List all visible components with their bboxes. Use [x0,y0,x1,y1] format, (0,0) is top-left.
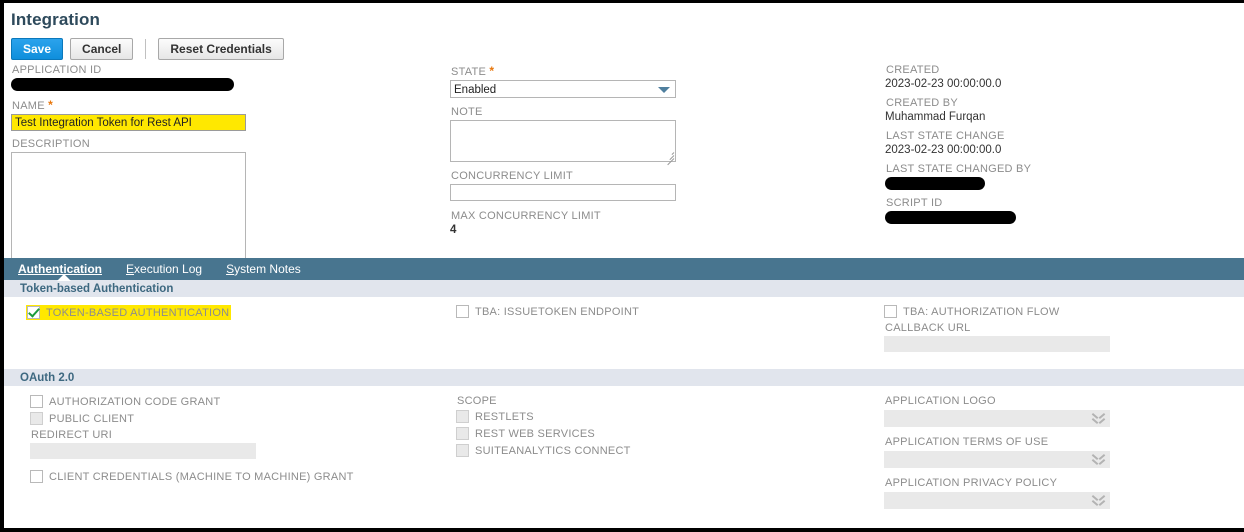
double-chevron-down-icon [1093,494,1105,507]
authorization-code-grant-checkbox[interactable] [30,395,43,408]
callback-url-label: CALLBACK URL [885,322,971,334]
application-logo-select [884,410,1110,427]
application-privacy-policy-label: APPLICATION PRIVACY POLICY [885,477,1058,489]
public-client-label: PUBLIC CLIENT [49,412,135,425]
name-label-text: NAME [12,100,45,112]
last-state-changed-by-label: LAST STATE CHANGED BY [886,163,1032,175]
token-based-authentication-row[interactable]: TOKEN-BASED AUTHENTICATION [26,305,232,320]
tba-issuetoken-endpoint-label: TBA: ISSUETOKEN ENDPOINT [475,305,640,318]
client-credentials-grant-row[interactable]: CLIENT CREDENTIALS (MACHINE TO MACHINE) … [30,470,360,483]
scope-restlets-label: RESTLETS [475,410,534,423]
name-label: NAME * [12,98,246,112]
public-client-checkbox [30,412,43,425]
note-textarea[interactable] [450,120,676,162]
scope-rest-web-services-row: REST WEB SERVICES [456,427,686,440]
created-label: CREATED [886,64,940,76]
name-input[interactable] [11,114,246,131]
application-logo-label: APPLICATION LOGO [885,395,996,407]
callback-url-input [884,336,1110,352]
description-wrap [11,152,246,272]
toolbar: Save Cancel Reset Credentials [4,36,1244,62]
state-label: STATE * [451,64,678,78]
tba-issuetoken-endpoint-row[interactable]: TBA: ISSUETOKEN ENDPOINT [456,305,639,318]
state-required-asterisk: * [489,64,495,78]
form-body: APPLICATION ID NAME * DESCRIPTION STATE … [4,62,1244,272]
concurrency-limit-label: CONCURRENCY LIMIT [451,170,574,182]
public-client-row: PUBLIC CLIENT [30,412,260,425]
application-terms-of-use-label: APPLICATION TERMS OF USE [885,436,1049,448]
double-chevron-down-icon [1093,453,1105,466]
reset-credentials-button[interactable]: Reset Credentials [158,38,284,60]
tba-authorization-flow-label: TBA: AUTHORIZATION FLOW [903,305,1060,318]
token-based-authentication-checkbox[interactable] [27,306,40,319]
description-label: DESCRIPTION [12,138,90,150]
save-button[interactable]: Save [11,38,64,60]
integration-page: Integration Save Cancel Reset Credential… [0,0,1244,532]
last-state-change-label: LAST STATE CHANGE [886,130,1005,142]
scope-suiteanalytics-connect-label: SUITEANALYTICS CONNECT [475,444,631,457]
authorization-code-grant-row[interactable]: AUTHORIZATION CODE GRANT [30,395,260,408]
state-select[interactable]: Enabled [450,80,676,98]
scope-rest-web-services-checkbox [456,427,469,440]
max-concurrency-limit-label: MAX CONCURRENCY LIMIT [451,210,601,222]
tab-execution-log[interactable]: Execution Log [126,262,202,276]
description-textarea[interactable] [11,152,246,268]
max-concurrency-limit-value: 4 [450,224,457,236]
toolbar-divider [145,39,147,59]
created-by-value: Muhammad Furqan [885,111,986,123]
application-terms-of-use-select [884,451,1110,468]
redirect-uri-label: REDIRECT URI [31,429,113,441]
tba-authorization-flow-checkbox[interactable] [884,305,897,318]
form-column-middle: STATE * Enabled NOTE CONCURRENCY LIMIT M… [450,64,678,243]
script-id-label: SCRIPT ID [886,197,943,209]
tab-system-notes-label: System Notes [226,262,301,276]
last-state-change-value: 2023-02-23 00:00:00.0 [885,144,1002,156]
client-credentials-grant-label: CLIENT CREDENTIALS (MACHINE TO MACHINE) … [49,470,354,483]
scope-label: SCOPE [457,395,497,407]
tab-bar: Authentication Execution Log System Note… [4,258,1244,281]
client-credentials-grant-checkbox[interactable] [30,470,43,483]
scope-rest-web-services-label: REST WEB SERVICES [475,427,595,440]
page-title: Integration [11,10,100,29]
script-id-redacted-value [885,211,1016,224]
tab-execution-log-label: Execution Log [126,262,203,276]
cancel-button[interactable]: Cancel [70,38,134,60]
token-section-header: Token-based Authentication [4,280,1244,297]
authorization-code-grant-label: AUTHORIZATION CODE GRANT [49,395,221,408]
scope-suiteanalytics-connect-row: SUITEANALYTICS CONNECT [456,444,686,457]
tba-authorization-flow-row[interactable]: TBA: AUTHORIZATION FLOW [884,305,1110,318]
state-selected-value: Enabled [454,84,497,96]
scope-suiteanalytics-connect-checkbox [456,444,469,457]
created-by-label: CREATED BY [886,97,958,109]
scope-restlets-row: RESTLETS [456,410,686,423]
token-based-authentication-label: TOKEN-BASED AUTHENTICATION [46,306,230,319]
concurrency-limit-input[interactable] [450,184,676,201]
form-column-left: APPLICATION ID NAME * DESCRIPTION [11,64,246,276]
scope-restlets-checkbox [456,410,469,423]
name-required-asterisk: * [48,98,54,112]
chevron-down-icon[interactable] [658,87,670,93]
oauth-section-body: AUTHORIZATION CODE GRANT PUBLIC CLIENT R… [4,386,1244,509]
active-tab-pointer-icon [57,274,71,281]
application-id-redacted-value [11,78,234,91]
tab-system-notes[interactable]: System Notes [226,262,301,276]
application-id-label: APPLICATION ID [12,64,102,76]
tba-issuetoken-endpoint-checkbox[interactable] [456,305,469,318]
token-section-body: TOKEN-BASED AUTHENTICATION TBA: ISSUETOK… [4,297,1244,369]
created-value: 2023-02-23 00:00:00.0 [885,78,1002,90]
double-chevron-down-icon [1093,412,1105,425]
note-wrap [450,120,676,166]
form-column-right: CREATED 2023-02-23 00:00:00.0 CREATED BY… [885,64,1125,231]
last-state-changed-by-redacted-value [885,177,985,190]
redirect-uri-input [30,443,256,459]
note-label: NOTE [451,106,483,118]
oauth-section-header: OAuth 2.0 [4,369,1244,386]
application-privacy-policy-select [884,492,1110,509]
state-label-text: STATE [451,66,487,78]
